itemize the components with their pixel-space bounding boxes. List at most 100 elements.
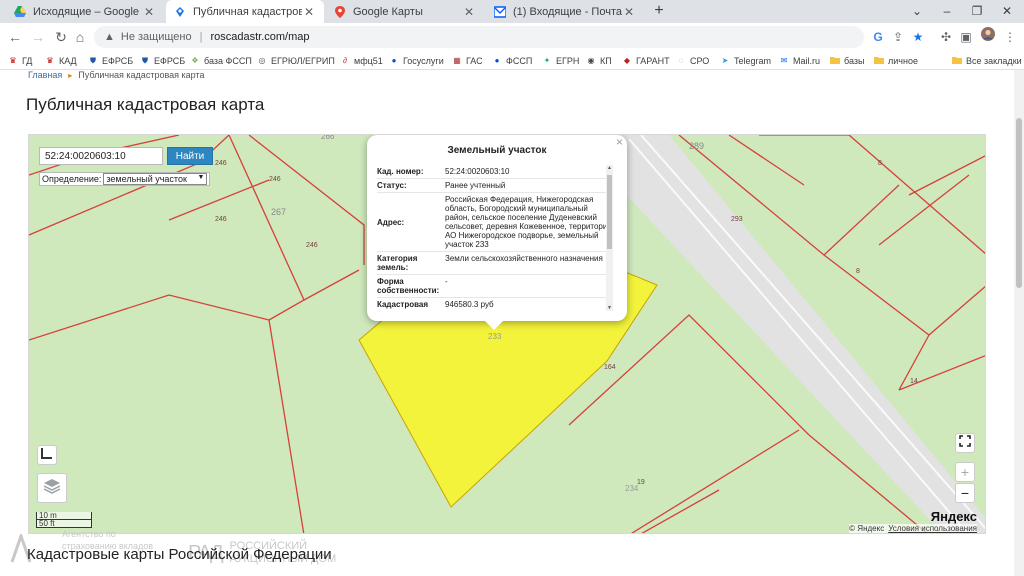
bookmark-efrsb-1[interactable]: ⛊ ЕФРСБ (88, 53, 133, 68)
tab-search-icon[interactable]: ⌄ (902, 0, 932, 23)
url-text: roscadastr.com/map (210, 31, 310, 43)
folder-icon (874, 56, 884, 66)
new-tab-button[interactable]: + (650, 2, 668, 20)
close-icon[interactable]: ✕ (462, 5, 476, 19)
zoom-in-button[interactable]: + (955, 462, 975, 482)
bookmarks-bar: ♛ ГД ♛ КАД ⛊ ЕФРСБ ⛊ ЕФРСБ ❖ база ФССП ◎ ЕГРЮЛ… (0, 51, 1024, 70)
security-status: Не защищено (120, 31, 192, 43)
share-icon[interactable]: ⇪ (888, 27, 908, 47)
table-row: Адрес: Российская Федерация, Нижегородска… (377, 193, 613, 252)
star-bookmark-icon[interactable]: ★ (908, 27, 928, 47)
eagle-icon: ♛ (46, 55, 54, 65)
back-arrow-icon[interactable]: ← (5, 27, 25, 47)
table-row: Статус: Ранее учтенный (377, 179, 613, 193)
layers-button[interactable] (37, 473, 67, 503)
page-scrollbar[interactable] (1014, 70, 1024, 576)
fullscreen-icon (959, 434, 971, 452)
bookmark-gosuslugi[interactable]: ● Госуслуги (389, 53, 444, 68)
browser-toolbar: ← → ↻ ⌂ ▲ Не защищено | roscadastr.com/m… (0, 23, 1024, 51)
google-maps-icon (334, 5, 346, 18)
fullscreen-button[interactable] (955, 433, 975, 453)
tab-label: Исходящие – Google Диск (33, 5, 142, 18)
bookmark-fssp-base[interactable]: ❖ база ФССП (190, 53, 251, 68)
close-window-button[interactable]: ✕ (992, 0, 1022, 23)
close-icon[interactable]: ✕ (302, 5, 316, 19)
bookmark-folder-lichnoe[interactable]: личное (874, 53, 918, 68)
shield-icon: ⛊ (90, 55, 96, 65)
folder-icon (830, 56, 840, 66)
bookmark-mailru[interactable]: ✉ Mail.ru (779, 53, 820, 68)
minus-icon: − (960, 485, 970, 501)
reload-icon[interactable]: ↻ (51, 27, 71, 47)
definition-label: Определение: (42, 174, 102, 184)
map-copyright: © Яндекс Условия использования (849, 524, 977, 533)
definition-select[interactable]: земельный участок ▼ (103, 173, 208, 185)
star-icon: ✦ (543, 55, 551, 65)
plus-icon: + (960, 464, 970, 480)
address-bar[interactable]: ▲ Не защищено | roscadastr.com/map (94, 26, 864, 48)
road-line (628, 138, 969, 533)
bookmark-egrn[interactable]: ✦ ЕГРН (542, 53, 580, 68)
breadcrumb-home-link[interactable]: Главная (28, 70, 62, 80)
bookmark-mfc51[interactable]: ∂ мфц51 (340, 53, 383, 68)
parcel-label: 8 (878, 160, 882, 167)
google-drive-icon (14, 5, 26, 18)
mail-icon (493, 5, 507, 18)
tab-google-drive[interactable]: Исходящие – Google Диск ✕ (6, 0, 164, 23)
mfc-icon: ∂ (343, 55, 347, 65)
zoom-out-button[interactable]: − (955, 483, 975, 503)
scroll-thumb[interactable] (1016, 118, 1022, 288)
avatar[interactable] (978, 27, 998, 47)
table-row: Кад. номер: 52:24:0020603:10 (377, 165, 613, 179)
bookmark-efrsb-2[interactable]: ⛊ ЕФРСБ (140, 53, 185, 68)
find-button[interactable]: Найти (167, 147, 213, 165)
google-icon[interactable]: G (868, 27, 888, 47)
table-row: Кадастровая 946580.3 руб (377, 298, 613, 311)
bookmark-folder-all[interactable]: Все закладки (952, 53, 1022, 68)
extensions-icon[interactable]: ✣ (936, 27, 956, 47)
forward-arrow-icon[interactable]: → (28, 27, 48, 47)
bookmark-telegram[interactable]: ➤ Telegram (720, 53, 771, 68)
map-scale: 10 m 50 ft (36, 512, 92, 528)
parcel-info-popup: × Земельный участок Кад. номер: 52:24:002… (367, 135, 627, 330)
terms-link[interactable]: Условия использования (888, 524, 977, 533)
cro-icon: ◌ (678, 55, 684, 65)
scroll-thumb[interactable] (607, 175, 612, 249)
bookmark-folder-bazy[interactable]: базы (830, 53, 864, 68)
close-icon[interactable]: ✕ (142, 5, 156, 19)
yandex-logo[interactable]: Яндекс (931, 509, 977, 524)
ruler-button[interactable] (37, 445, 57, 465)
breadcrumb: Главная ▸ Публичная кадастровая карта (28, 70, 204, 80)
scroll-up-icon[interactable]: ▲ (606, 165, 613, 171)
tab-cadastral-map[interactable]: Публичная кадастровая карта ✕ (166, 0, 324, 23)
menu-icon[interactable]: ⋮ (1000, 27, 1020, 47)
bookmark-gas[interactable]: ▦ ГАС (452, 53, 482, 68)
home-icon[interactable]: ⌂ (70, 27, 90, 47)
bookmark-gd[interactable]: ♛ ГД (8, 53, 32, 68)
bookmark-sro[interactable]: ◌ СРО (676, 53, 710, 68)
close-icon[interactable]: ✕ (622, 5, 636, 19)
definition-row: Определение: земельный участок ▼ (39, 172, 211, 186)
omnibox-separator: | (199, 31, 203, 43)
tab-mail[interactable]: (1) Входящие - Почта Mail.ru ✕ (486, 0, 644, 23)
cadastral-number-input[interactable] (39, 147, 163, 165)
scroll-down-icon[interactable]: ▼ (606, 305, 613, 311)
tab-strip: Исходящие – Google Диск ✕ Публичная када… (0, 0, 1024, 23)
sidepanel-icon[interactable]: ▣ (956, 27, 976, 47)
garant-icon: ◆ (623, 55, 631, 65)
cadastral-map[interactable]: 266 289 246 246 246 246 267 8 293 8 14 1… (28, 134, 986, 534)
bookmark-egrul[interactable]: ◎ ЕГРЮЛ/ЕГРИП (257, 53, 335, 68)
bookmark-garant[interactable]: ◆ ГАРАНТ (622, 53, 670, 68)
globe-icon: ◎ (258, 55, 266, 65)
parcel-label: 289 (689, 141, 704, 151)
bookmark-fssp[interactable]: ● ФССП (492, 53, 533, 68)
breadcrumb-arrow-icon: ▸ (68, 71, 73, 80)
popup-scrollbar[interactable]: ▲ ▼ (606, 165, 613, 311)
map-icon (174, 6, 186, 18)
parcel-label: 164 (604, 364, 616, 371)
minimize-button[interactable]: – (932, 0, 962, 23)
tab-google-maps[interactable]: Google Карты ✕ (326, 0, 484, 23)
bookmark-kp[interactable]: ◉ КП (586, 53, 612, 68)
bookmark-kad[interactable]: ♛ КАД (45, 53, 76, 68)
restore-button[interactable]: ❐ (962, 0, 992, 23)
